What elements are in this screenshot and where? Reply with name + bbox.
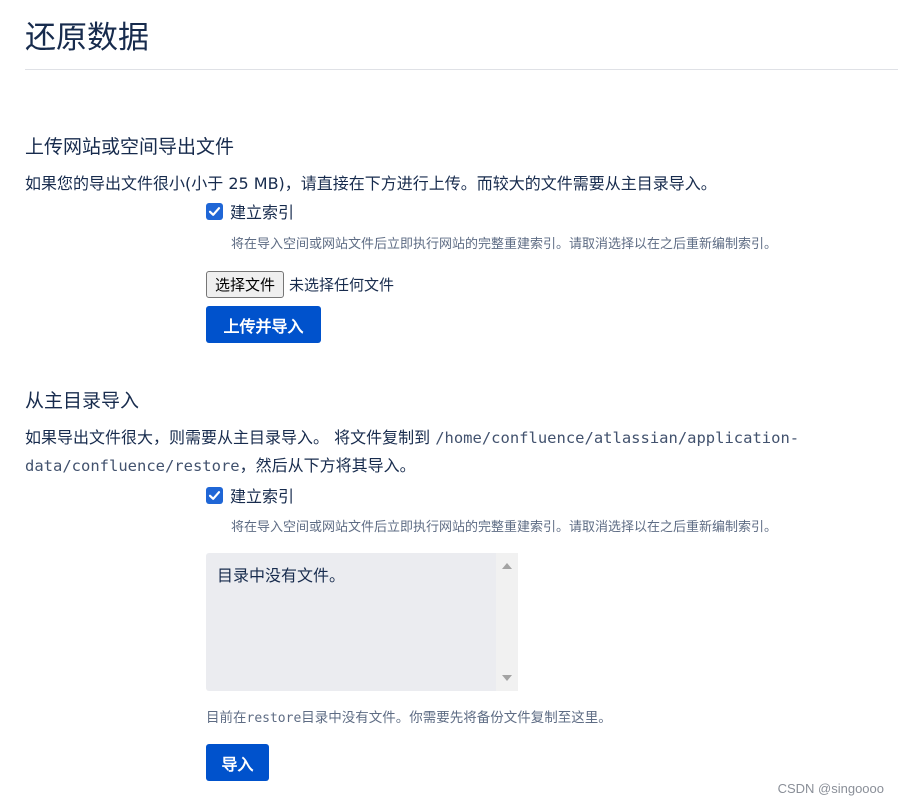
upload-index-help-text: 将在导入空间或网站文件后立即执行网站的完整重建索引。请取消选择以在之后重新编制索… [231,237,778,252]
file-list-scrollbar[interactable] [496,553,518,691]
home-section-heading: 从主目录导入 [25,390,140,412]
note-suffix: 目录中没有文件。你需要先将备份文件复制至这里。 [301,710,612,726]
checkmark-icon [208,490,221,500]
upload-index-checkbox[interactable] [206,202,223,220]
upload-and-import-button[interactable]: 上传并导入 [206,306,321,343]
upload-section-description: 如果您的导出文件很小(小于 25 MB)，请直接在下方进行上传。而较大的文件需要… [25,174,717,193]
home-description-suffix: ，然后从下方将其导入。 [239,456,416,475]
note-prefix: 目前在 [206,710,247,726]
choose-file-button[interactable]: 选择文件 [206,271,285,298]
page-title: 还原数据 [25,20,149,56]
home-index-help-text: 将在导入空间或网站文件后立即执行网站的完整重建索引。请取消选择以在之后重新编制索… [231,520,778,535]
upload-index-checkbox-row[interactable]: 建立索引 [206,199,294,223]
restore-path-line1: /home/confluence/atlassian/application- [435,429,800,447]
upload-index-checkbox-label[interactable]: 建立索引 [230,199,294,223]
restore-path-line2: data/confluence/restore [25,457,240,475]
note-restore-code: restore [246,711,302,726]
backup-file-list[interactable]: 目录中没有文件。 [206,553,518,691]
restore-directory-note: 目前在restore目录中没有文件。你需要先将备份文件复制至这里。 [206,706,612,726]
watermark: CSDN @singoooo [777,781,884,796]
home-index-checkbox[interactable] [206,486,223,504]
scroll-up-arrow-icon[interactable] [502,563,512,569]
home-section-description: 如果导出文件很大，则需要从主目录导入。 将文件复制到 /home/conflue… [25,424,885,480]
upload-section-heading: 上传网站或空间导出文件 [25,136,235,158]
home-index-checkbox-row[interactable]: 建立索引 [206,483,294,507]
checkmark-icon [208,206,221,216]
title-divider [25,69,898,70]
home-description-prefix: 如果导出文件很大，则需要从主目录导入。 将文件复制到 [25,428,436,447]
file-status-text: 未选择任何文件 [289,276,395,294]
empty-file-list-text: 目录中没有文件。 [217,566,346,585]
file-picker: 选择文件 未选择任何文件 [206,271,394,298]
import-button[interactable]: 导入 [206,744,269,781]
scroll-down-arrow-icon[interactable] [502,675,512,681]
home-index-checkbox-label[interactable]: 建立索引 [230,483,294,507]
